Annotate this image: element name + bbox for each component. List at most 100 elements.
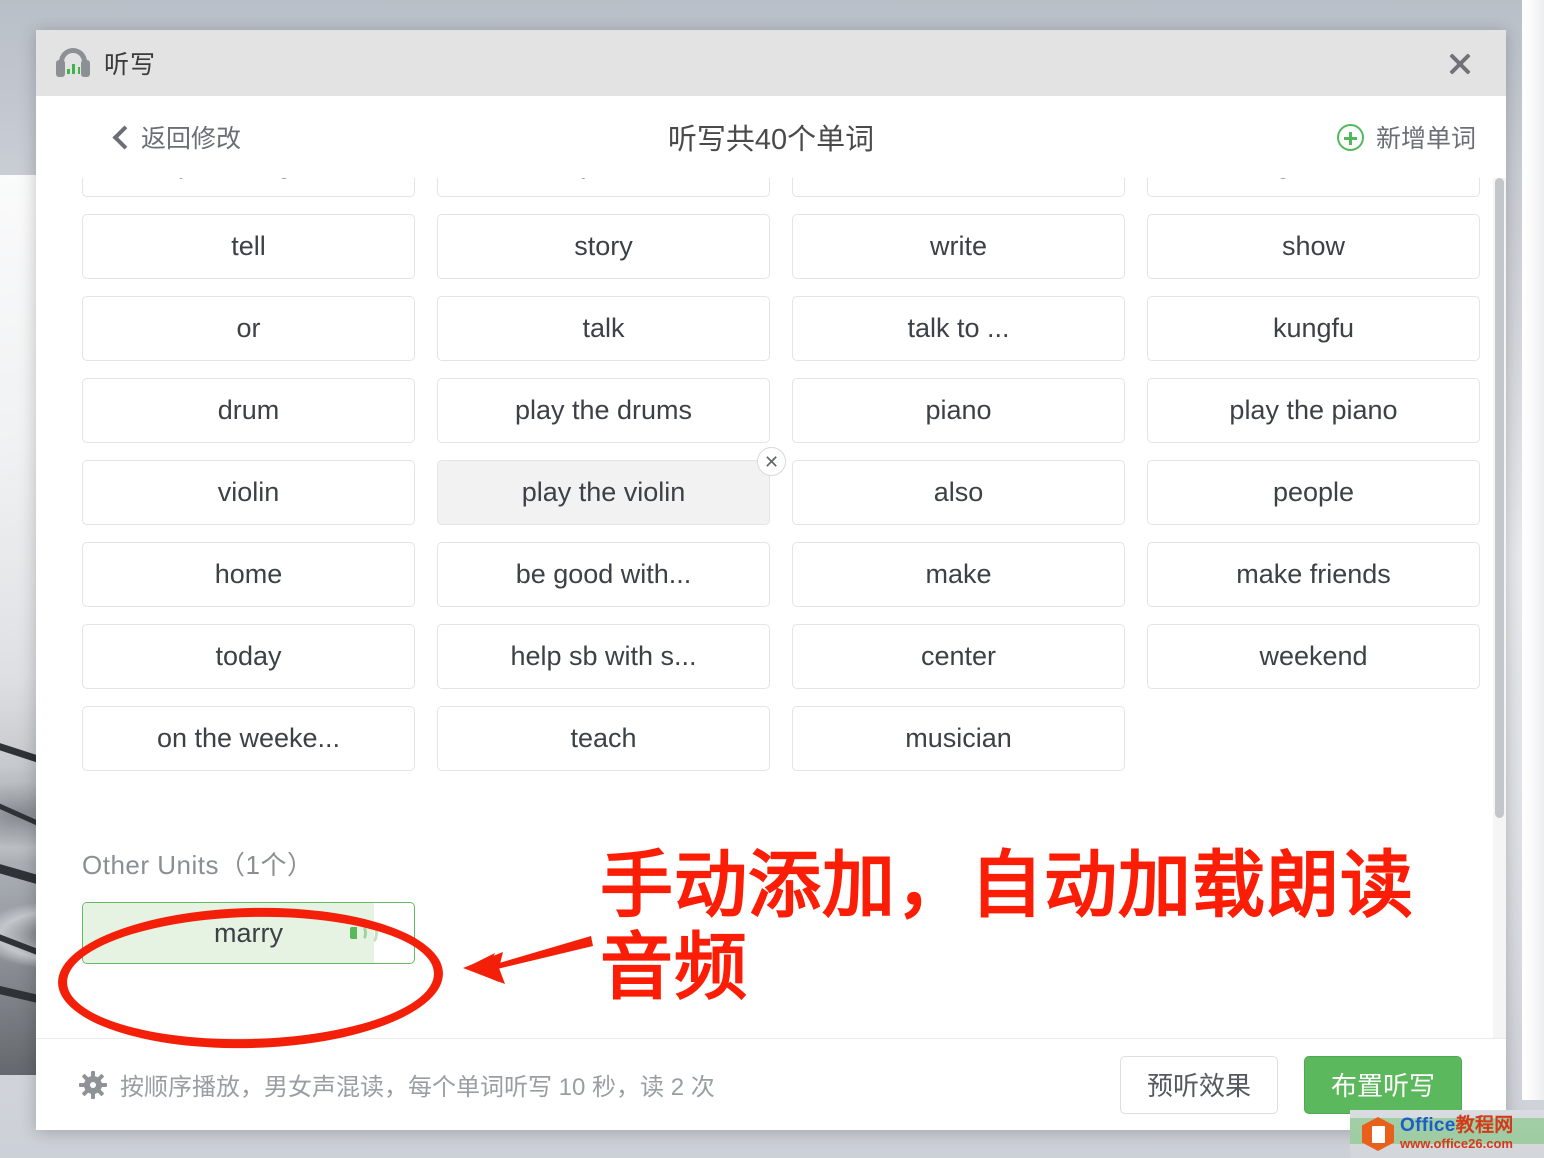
- word-cell-label: be good with...: [515, 559, 692, 589]
- word-cell[interactable]: musician: [792, 706, 1125, 771]
- headphone-icon: [56, 48, 90, 78]
- word-cell-label: violin: [217, 477, 280, 507]
- word-chip-marry[interactable]: marry: [82, 902, 415, 964]
- word-cell[interactable]: play the violin ✕: [437, 447, 786, 525]
- word-cell-label: weekend: [1259, 641, 1368, 671]
- word-cell[interactable]: play the drums: [437, 378, 770, 443]
- word-cell-label: musician: [905, 723, 1012, 753]
- word-cell[interactable]: club: [792, 178, 1125, 197]
- word-cell[interactable]: talk to ...: [792, 296, 1125, 361]
- word-cell-label: today: [215, 641, 282, 671]
- word-cell-label: make friends: [1236, 559, 1391, 589]
- watermark-url: www.office26.com: [1400, 1135, 1513, 1151]
- dictation-dialog: 听写 返回修改 听写共40个单词 新增单词 speak English join c…: [36, 30, 1506, 1130]
- word-cell-label: help sb with s...: [510, 641, 697, 671]
- chevron-left-icon: [114, 126, 127, 148]
- word-cell-label: write: [929, 231, 987, 261]
- word-cell[interactable]: drum: [82, 378, 415, 443]
- word-cell-label: people: [1272, 477, 1355, 507]
- dialog-footer: 按顺序播放，男女声混读，每个单词听写 10 秒，读 2 次 预听效果 布置听写: [36, 1038, 1506, 1130]
- word-cell[interactable]: play the piano: [1147, 378, 1480, 443]
- word-cell-label: tell: [231, 231, 266, 261]
- word-cell[interactable]: piano: [792, 378, 1125, 443]
- word-cell[interactable]: show: [1147, 214, 1480, 279]
- word-cell-label: story: [574, 231, 633, 261]
- word-cell-label: show: [1281, 231, 1346, 261]
- word-cell-label: club: [934, 178, 984, 180]
- word-cell[interactable]: make friends: [1147, 542, 1480, 607]
- word-cell[interactable]: violin: [82, 460, 415, 525]
- word-count-title: 听写共40个单词: [667, 124, 875, 156]
- gear-icon: [79, 1070, 107, 1099]
- word-cell[interactable]: story: [437, 214, 770, 279]
- word-cell[interactable]: be good with...: [437, 542, 770, 607]
- word-cell[interactable]: or: [82, 296, 415, 361]
- other-units-title: Other Units（1个）: [82, 850, 314, 880]
- word-cell-label: play the piano: [1229, 395, 1398, 425]
- word-cell[interactable]: people: [1147, 460, 1480, 525]
- dialog-title: 听写: [104, 51, 157, 79]
- watermark: Office教程网 www.office26.com: [1350, 1110, 1544, 1158]
- word-cell[interactable]: today: [82, 624, 415, 689]
- word-cell-label: or: [236, 313, 261, 343]
- other-units-section: Other Units（1个） marry: [82, 845, 1480, 964]
- scrollbar-thumb[interactable]: [1495, 178, 1504, 818]
- watermark-brand-cn: 教程网: [1455, 1114, 1514, 1136]
- back-to-edit-link[interactable]: 返回修改: [114, 119, 241, 155]
- word-cell-label: kungfu: [1272, 313, 1355, 343]
- word-cell[interactable]: kungfu: [1147, 296, 1480, 361]
- word-cell-label: piano: [925, 395, 992, 425]
- word-cell[interactable]: be good at...: [1147, 178, 1480, 197]
- dialog-subheader: 返回修改 听写共40个单词 新增单词: [36, 96, 1506, 178]
- dialog-titlebar: 听写: [36, 30, 1506, 96]
- word-cell-label: make: [925, 559, 992, 589]
- word-cell[interactable]: make: [792, 542, 1125, 607]
- speaker-wave-icon[interactable]: [350, 920, 380, 946]
- watermark-brand: Office教程网: [1400, 1115, 1514, 1136]
- word-cell[interactable]: talk: [437, 296, 770, 361]
- word-cell-label: on the weeke...: [156, 723, 341, 753]
- word-cell[interactable]: teach: [437, 706, 770, 771]
- watermark-brand-en: Office: [1400, 1114, 1456, 1136]
- other-units-row: marry: [82, 902, 1480, 964]
- word-list-scroll-area[interactable]: speak English join club be good at... tell st…: [36, 178, 1506, 1038]
- word-cell-label: home: [214, 559, 283, 589]
- word-cell[interactable]: weekend: [1147, 624, 1480, 689]
- word-cell-label: talk to ...: [907, 313, 1010, 343]
- word-cell-label: talk: [582, 313, 625, 343]
- word-cell[interactable]: join: [437, 178, 770, 197]
- watermark-text: Office教程网 www.office26.com: [1400, 1115, 1544, 1153]
- word-cell-label: teach: [570, 723, 637, 753]
- word-cell-label: drum: [217, 395, 280, 425]
- word-cell-label: also: [933, 477, 984, 507]
- preview-button[interactable]: 预听效果: [1120, 1055, 1278, 1114]
- word-cell-label: be good at...: [1238, 178, 1388, 180]
- word-cell-label: center: [920, 641, 997, 671]
- playback-settings[interactable]: 按顺序播放，男女声混读，每个单词听写 10 秒，读 2 次: [79, 1067, 715, 1102]
- plus-circle-icon: [1336, 123, 1364, 151]
- word-cell[interactable]: write: [792, 214, 1125, 279]
- word-cell-label: play the violin: [521, 477, 686, 507]
- word-cell[interactable]: speak English: [82, 178, 415, 197]
- close-icon[interactable]: [1444, 48, 1476, 80]
- word-cell-label: speak English: [164, 178, 332, 180]
- word-cell[interactable]: tell: [82, 214, 415, 279]
- word-cell[interactable]: also: [792, 460, 1125, 525]
- word-chip-label: marry: [214, 917, 283, 948]
- word-cell[interactable]: home: [82, 542, 415, 607]
- content-scrollbar[interactable]: [1493, 178, 1506, 1038]
- add-word-label: 新增单词: [1375, 125, 1476, 153]
- page-right-edge: [1522, 0, 1544, 1100]
- playback-settings-text: 按顺序播放，男女声混读，每个单词听写 10 秒，读 2 次: [120, 1074, 715, 1101]
- word-cell[interactable]: help sb with s...: [437, 624, 770, 689]
- footer-actions: 预听效果 布置听写: [1120, 1055, 1462, 1114]
- word-cell-label: join: [582, 178, 624, 180]
- word-grid: speak English join club be good at... tell st…: [82, 178, 1480, 771]
- assign-dictation-button[interactable]: 布置听写: [1304, 1055, 1462, 1114]
- remove-word-icon[interactable]: ✕: [757, 447, 786, 476]
- add-word-button[interactable]: 新增单词: [1336, 119, 1476, 155]
- word-cell-label: play the drums: [514, 395, 693, 425]
- back-to-edit-label: 返回修改: [141, 125, 242, 153]
- word-cell[interactable]: center: [792, 624, 1125, 689]
- word-cell[interactable]: on the weeke...: [82, 706, 415, 771]
